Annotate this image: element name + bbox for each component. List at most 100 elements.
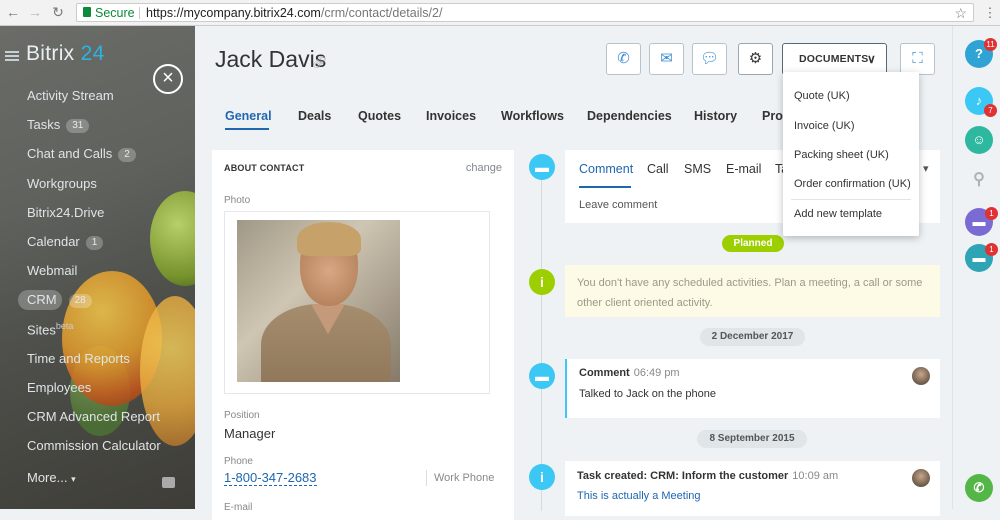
- menu-item-add-template[interactable]: Add new template: [794, 208, 882, 220]
- sidebar-item-sites[interactable]: Sitesbeta: [27, 321, 73, 337]
- phone-icon: ✆: [617, 50, 630, 67]
- composer-tab-email[interactable]: E-mail: [726, 162, 761, 176]
- menu-item-packing-sheet[interactable]: Packing sheet (UK): [794, 149, 889, 161]
- menu-divider: [791, 199, 911, 200]
- task-title: Task created: CRM: Inform the customer 10…: [577, 470, 838, 482]
- sidebar-item-time-and-reports[interactable]: Time and Reports: [27, 351, 130, 366]
- sidebar-item-more[interactable]: More... ▾: [27, 470, 76, 485]
- tab-products[interactable]: Pro: [762, 109, 783, 123]
- tab-dependencies[interactable]: Dependencies: [587, 109, 672, 123]
- bookmark-star-icon[interactable]: ☆: [954, 5, 967, 22]
- expand-icon: ⛶: [912, 50, 923, 67]
- sidebar-item-tasks[interactable]: Tasks 31: [27, 117, 90, 133]
- tab-general[interactable]: General: [225, 109, 272, 123]
- phone-label: Phone: [224, 456, 253, 467]
- comment-title-text: Comment: [579, 367, 630, 379]
- page-title: Jack Davis: [215, 46, 327, 72]
- search-icon[interactable]: ⚲: [965, 166, 993, 194]
- reload-icon[interactable]: ↻: [50, 4, 66, 20]
- menu-item-invoice[interactable]: Invoice (UK): [794, 120, 855, 132]
- sidebar: Bitrix 24 × Activity Stream Tasks 31 Chat…: [0, 26, 195, 509]
- sidebar-item-crm[interactable]: CRM 28: [27, 292, 92, 308]
- forward-icon[interactable]: →: [27, 4, 43, 20]
- documents-dropdown: Quote (UK) Invoice (UK) Packing sheet (U…: [783, 72, 919, 236]
- sidebar-item-chat-and-calls[interactable]: Chat and Calls 2: [27, 146, 136, 162]
- sidebar-item-label: Activity Stream: [27, 88, 114, 103]
- chevron-down-icon[interactable]: ▾: [923, 162, 929, 175]
- link-icon[interactable]: 🔗︎: [312, 55, 327, 69]
- contact-photo[interactable]: [237, 220, 400, 382]
- sidebar-item-commission-calculator[interactable]: Commission Calculator: [27, 438, 161, 453]
- sidebar-item-label: Workgroups: [27, 176, 97, 191]
- sidebar-item-employees[interactable]: Employees: [27, 380, 91, 395]
- phone-link[interactable]: 1-800-347-2683: [224, 471, 317, 486]
- secure-label: Secure: [95, 6, 135, 20]
- email-button[interactable]: ✉: [649, 43, 684, 75]
- brand-logo[interactable]: Bitrix 24: [8, 42, 105, 66]
- task-link[interactable]: This is actually a Meeting: [577, 490, 701, 502]
- sidebar-item-calendar[interactable]: Calendar 1: [27, 234, 104, 250]
- task-title-text: Task created: CRM: Inform the customer: [577, 470, 789, 482]
- settings-button[interactable]: ⚙: [738, 43, 773, 75]
- composer-tab-sms[interactable]: SMS: [684, 162, 711, 176]
- sidebar-item-webmail[interactable]: Webmail: [27, 263, 77, 278]
- beta-tag: beta: [55, 321, 74, 331]
- close-icon[interactable]: ×: [153, 64, 183, 94]
- sidebar-item-label: Sites: [27, 322, 56, 338]
- about-contact-title: ABOUT CONTACT: [224, 163, 305, 173]
- date-separator: 2 December 2017: [700, 328, 805, 346]
- chat-button[interactable]: 💬︎: [692, 43, 727, 75]
- task-time: 10:09 am: [792, 470, 839, 482]
- browser-menu-icon[interactable]: ⋮: [982, 5, 998, 21]
- sidebar-item-label: Tasks: [27, 117, 61, 132]
- avatar[interactable]: [912, 367, 930, 385]
- envelope-icon: ✉: [660, 50, 673, 67]
- brand-name: Bitrix: [26, 42, 75, 65]
- sidebar-item-workgroups[interactable]: Workgroups: [27, 176, 97, 191]
- tab-workflows[interactable]: Workflows: [501, 109, 564, 123]
- active-composer-tab-indicator: [579, 186, 631, 188]
- browser-toolbar: ← → ↻ Secure https://mycompany.bitrix24.…: [0, 0, 1000, 26]
- no-activities-notice: You don't have any scheduled activities.…: [565, 265, 940, 317]
- call-button[interactable]: ✆: [606, 43, 641, 75]
- back-icon[interactable]: ←: [5, 4, 21, 20]
- tab-history[interactable]: History: [694, 109, 737, 123]
- comment-icon: ▬: [529, 154, 555, 180]
- composer-tab-comment[interactable]: Comment: [579, 162, 633, 176]
- divider: [426, 470, 427, 486]
- expand-button[interactable]: ⛶: [900, 43, 935, 75]
- task-entry[interactable]: Task created: CRM: Inform the customer 10…: [565, 461, 940, 516]
- url-text: https://mycompany.bitrix24.com/crm/conta…: [146, 6, 442, 20]
- sidebar-item-label: Bitrix24.Drive: [27, 205, 105, 220]
- comment-text: Talked to Jack on the phone: [579, 388, 716, 400]
- sidebar-item-label: CRM: [27, 292, 57, 307]
- sidebar-item-drive[interactable]: Bitrix24.Drive: [27, 205, 104, 220]
- comment-input[interactable]: Leave comment: [579, 199, 657, 211]
- gear-icon: ⚙: [748, 50, 763, 67]
- tab-invoices[interactable]: Invoices: [426, 109, 476, 123]
- menu-item-order-confirmation[interactable]: Order confirmation (UK): [794, 178, 911, 190]
- support-icon[interactable]: ☺: [965, 126, 993, 154]
- photo-frame: [224, 211, 490, 394]
- sidebar-item-crm-advanced-report[interactable]: CRM Advanced Report: [27, 409, 160, 424]
- printer-icon[interactable]: [162, 477, 175, 488]
- avatar[interactable]: [912, 469, 930, 487]
- open-lines-badge: 1: [985, 243, 998, 256]
- address-bar[interactable]: Secure https://mycompany.bitrix24.com/cr…: [76, 3, 974, 22]
- comment-time: 06:49 pm: [633, 367, 680, 379]
- tab-deals[interactable]: Deals: [298, 109, 331, 123]
- tab-quotes[interactable]: Quotes: [358, 109, 401, 123]
- documents-label: DOCUMENTS: [799, 53, 869, 65]
- info-icon: i: [529, 464, 555, 490]
- right-toolbar: ? 11 ♪ 7 ☺ ⚲ ▬ 1 ▬ 1 ✆: [952, 26, 1000, 509]
- change-link[interactable]: change: [466, 162, 502, 174]
- sidebar-item-activity-stream[interactable]: Activity Stream: [27, 88, 114, 103]
- email-label: E-mail: [224, 502, 253, 513]
- menu-item-quote[interactable]: Quote (UK): [794, 90, 850, 102]
- comment-entry[interactable]: Comment 06:49 pm Talked to Jack on the ph…: [565, 359, 940, 418]
- url-host: https://mycompany.bitrix24.com: [146, 6, 321, 20]
- phone-call-icon[interactable]: ✆: [965, 474, 993, 502]
- background-egg: [150, 191, 195, 286]
- composer-tab-call[interactable]: Call: [647, 162, 669, 176]
- documents-button[interactable]: DOCUMENTS ∨: [782, 43, 887, 75]
